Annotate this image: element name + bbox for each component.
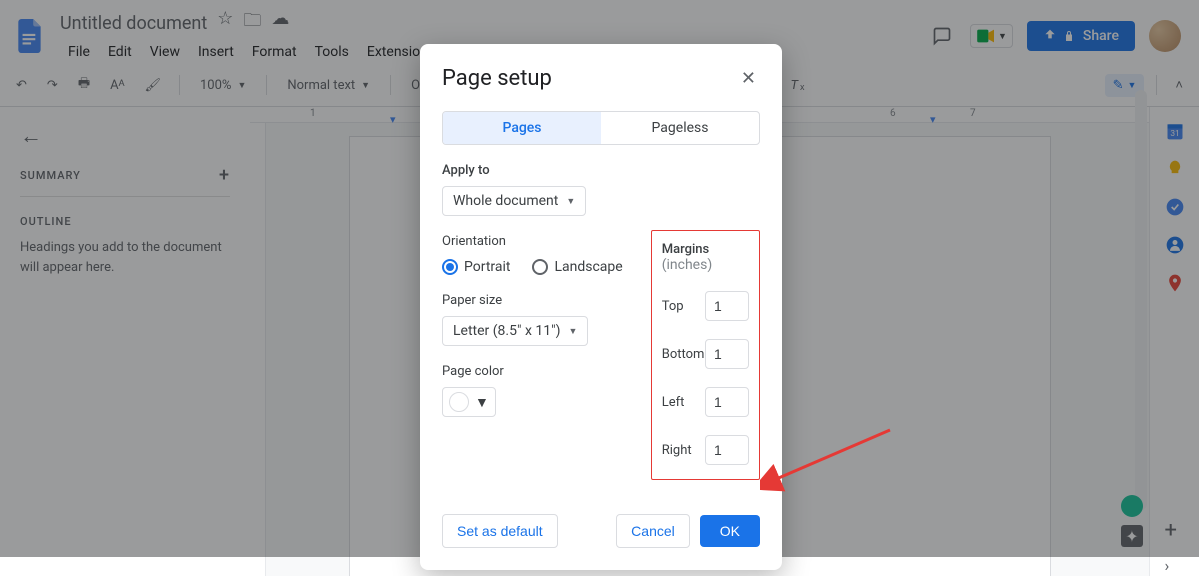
tab-pageless[interactable]: Pageless xyxy=(601,112,759,144)
margin-top-label: Top xyxy=(662,299,684,314)
portrait-label: Portrait xyxy=(464,259,510,275)
margins-unit: (inches) xyxy=(662,257,713,273)
margin-left-label: Left xyxy=(662,395,685,410)
apply-to-label: Apply to xyxy=(442,163,760,178)
tab-pages[interactable]: Pages xyxy=(443,112,601,144)
page-color-dropdown[interactable]: ▼ xyxy=(442,387,496,417)
apply-to-value: Whole document xyxy=(453,193,558,209)
margin-right-input[interactable] xyxy=(705,435,749,465)
close-dialog-button[interactable]: ✕ xyxy=(737,64,760,93)
margin-bottom-label: Bottom xyxy=(662,347,705,362)
margin-top-input[interactable] xyxy=(705,291,749,321)
page-mode-tabs: Pages Pageless xyxy=(442,111,760,145)
radio-unselected-icon xyxy=(532,259,548,275)
page-color-label: Page color xyxy=(442,364,623,379)
margins-label: Margins xyxy=(662,242,709,257)
dialog-title: Page setup xyxy=(442,66,552,91)
page-setup-dialog: Page setup ✕ Pages Pageless Apply to Who… xyxy=(420,44,782,570)
margin-bottom-input[interactable] xyxy=(705,339,749,369)
orientation-landscape-radio[interactable]: Landscape xyxy=(532,259,622,275)
apply-to-dropdown[interactable]: Whole document ▼ xyxy=(442,186,586,216)
margins-highlight: Margins (inches) Top Bottom Left Right xyxy=(651,230,760,480)
margin-left-input[interactable] xyxy=(705,387,749,417)
color-swatch xyxy=(449,392,469,412)
cancel-button[interactable]: Cancel xyxy=(616,514,690,548)
set-as-default-button[interactable]: Set as default xyxy=(442,514,558,548)
chevron-down-icon: ▼ xyxy=(566,196,575,207)
radio-selected-icon xyxy=(442,259,458,275)
landscape-label: Landscape xyxy=(554,259,622,275)
ok-button[interactable]: OK xyxy=(700,515,760,547)
orientation-portrait-radio[interactable]: Portrait xyxy=(442,259,510,275)
chevron-down-icon: ▼ xyxy=(475,394,489,411)
chevron-down-icon: ▼ xyxy=(568,326,577,337)
hide-side-panel-button[interactable]: › xyxy=(1165,556,1185,576)
paper-size-dropdown[interactable]: Letter (8.5" x 11") ▼ xyxy=(442,316,588,346)
paper-size-value: Letter (8.5" x 11") xyxy=(453,323,560,339)
orientation-label: Orientation xyxy=(442,234,623,249)
margin-right-label: Right xyxy=(662,443,692,458)
paper-size-label: Paper size xyxy=(442,293,623,308)
